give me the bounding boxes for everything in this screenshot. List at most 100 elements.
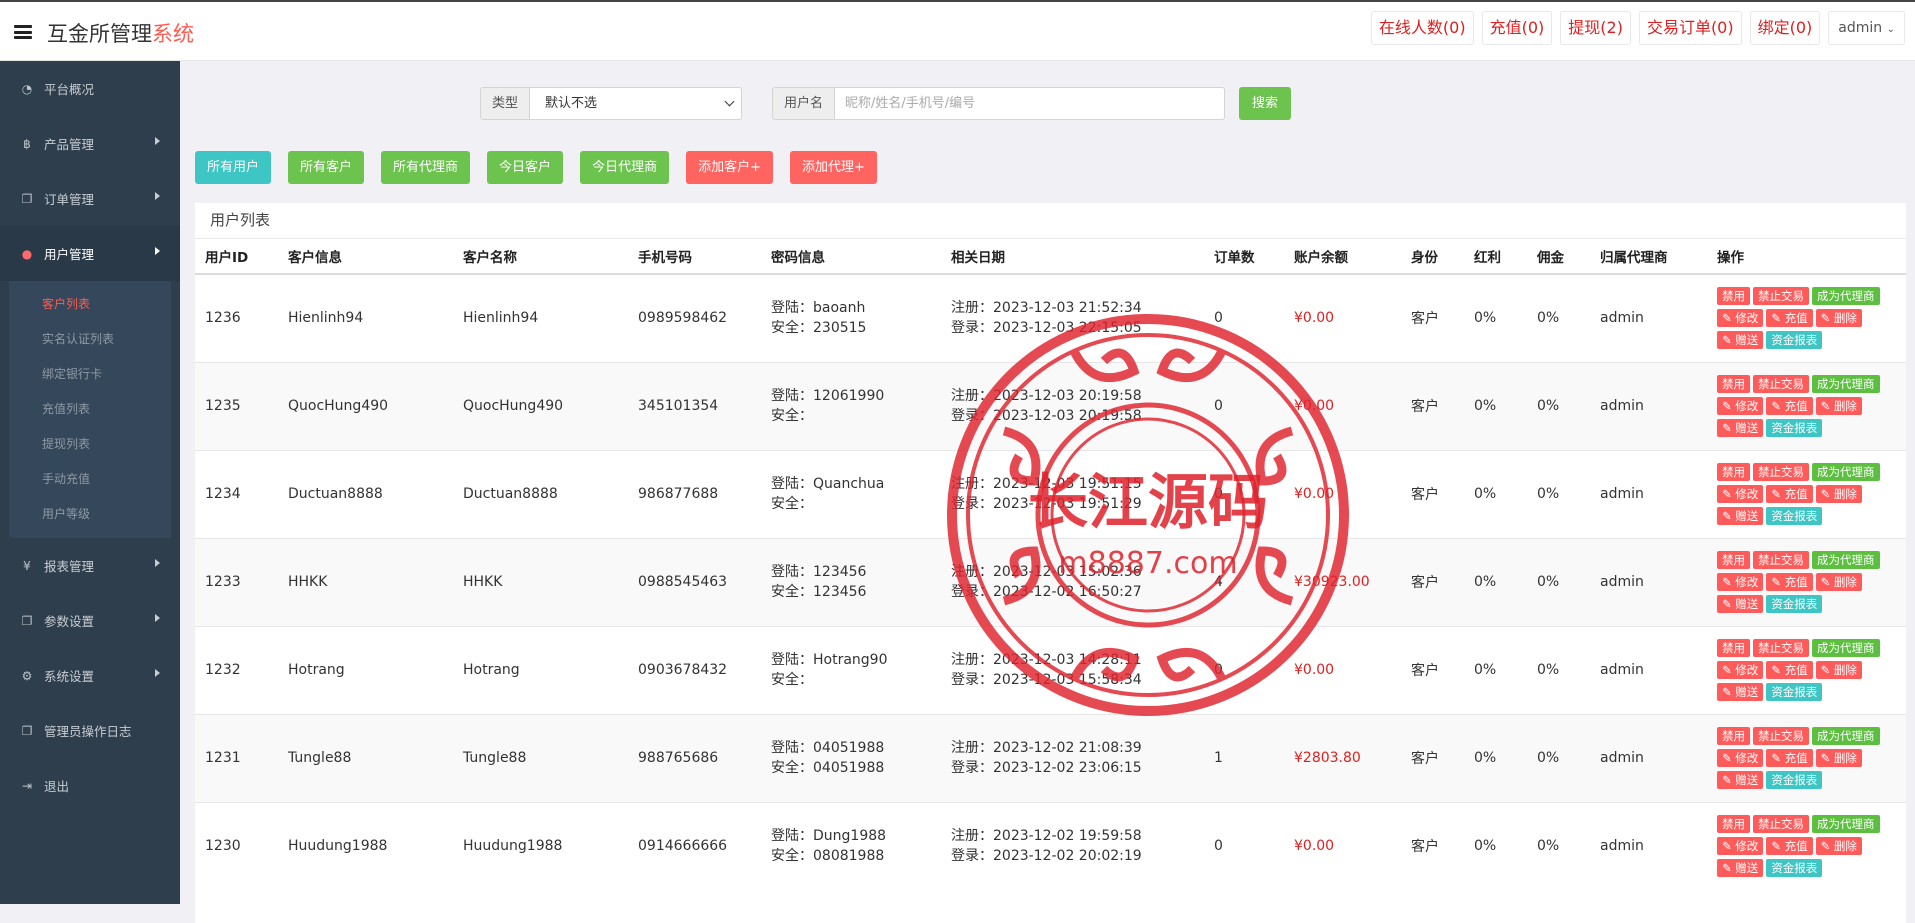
make-agent-button[interactable]: 成为代理商	[1812, 287, 1880, 306]
gift-button[interactable]: ✎ 赠送	[1717, 859, 1764, 878]
gift-button[interactable]: ✎ 赠送	[1717, 595, 1764, 613]
sidebar-subitem-bank-cards[interactable]: 绑定银行卡	[9, 357, 171, 392]
all-users-button[interactable]: 所有用户	[195, 151, 272, 184]
ban-trade-button[interactable]: 禁止交易	[1753, 815, 1809, 834]
ban-trade-button[interactable]: 禁止交易	[1753, 463, 1809, 481]
type-select[interactable]: 默认不选	[530, 87, 743, 120]
bitcoin-icon: ฿	[23, 136, 31, 151]
fund-report-button[interactable]: 资金报表	[1766, 331, 1823, 350]
make-agent-button[interactable]: 成为代理商	[1812, 639, 1880, 657]
search-input[interactable]: 昵称/姓名/手机号/编号	[835, 87, 1226, 120]
cell-password: 登陆：Quanchua 安全：	[761, 449, 941, 538]
recharge-row-button[interactable]: ✎ 充值	[1766, 397, 1813, 415]
online-users-button[interactable]: 在线人数(0)	[1370, 11, 1474, 45]
ban-button[interactable]: 禁用	[1717, 375, 1750, 393]
op-label: 禁止交易	[1758, 553, 1804, 567]
sidebar-item-products[interactable]: ฿ 产品管理	[0, 116, 180, 171]
gift-button[interactable]: ✎ 赠送	[1717, 331, 1764, 350]
ban-trade-button[interactable]: 禁止交易	[1753, 375, 1809, 393]
delete-row-button[interactable]: ✎ 删除	[1815, 309, 1862, 328]
recharge-button[interactable]: 充值(0)	[1481, 11, 1553, 45]
sidebar-item-orders[interactable]: ❐ 订单管理	[0, 171, 180, 226]
delete-row-button[interactable]: ✎ 删除	[1815, 573, 1862, 591]
ban-button[interactable]: 禁用	[1717, 287, 1750, 306]
ban-trade-button[interactable]: 禁止交易	[1753, 287, 1809, 306]
edit-button[interactable]: ✎ 修改	[1717, 661, 1764, 679]
sidebar-subitem-recharge-list[interactable]: 充值列表	[9, 392, 171, 427]
ban-trade-button[interactable]: 禁止交易	[1753, 727, 1809, 745]
sidebar-subitem-manual-recharge[interactable]: 手动充值	[9, 462, 171, 497]
recharge-row-button[interactable]: ✎ 充值	[1766, 661, 1813, 679]
all-customers-button[interactable]: 所有客户	[288, 151, 365, 184]
sidebar-subitem-customer-list[interactable]: 客户列表	[9, 287, 171, 322]
edit-button[interactable]: ✎ 修改	[1717, 309, 1764, 328]
table-row: 1234 Ductuan8888 Ductuan8888 986877688 登…	[195, 449, 1906, 538]
sidebar-item-reports[interactable]: ¥ 报表管理	[0, 538, 180, 593]
edit-button[interactable]: ✎ 修改	[1717, 749, 1764, 767]
add-customer-button[interactable]: 添加客户+	[686, 151, 773, 184]
add-agent-button[interactable]: 添加代理+	[789, 151, 877, 184]
hamburger-menu-icon[interactable]	[14, 25, 32, 39]
pencil-icon: ✎	[1820, 399, 1834, 413]
ban-button[interactable]: 禁用	[1717, 639, 1750, 657]
ban-trade-button[interactable]: 禁止交易	[1753, 639, 1809, 657]
bind-button[interactable]: 绑定(0)	[1749, 11, 1821, 45]
sidebar-item-overview[interactable]: ◔ 平台概况	[0, 61, 180, 116]
cell-role: 客户	[1401, 713, 1464, 802]
recharge-row-button[interactable]: ✎ 充值	[1766, 837, 1813, 856]
sidebar-subitem-withdraw-list[interactable]: 提现列表	[9, 427, 171, 462]
delete-row-button[interactable]: ✎ 删除	[1815, 661, 1862, 679]
main-content: 类型 默认不选 用户名 昵称/姓名/手机号/编号 搜索 所有用户 所有客户 所有…	[180, 61, 1915, 923]
recharge-row-button[interactable]: ✎ 充值	[1766, 573, 1813, 591]
ban-trade-button[interactable]: 禁止交易	[1753, 551, 1809, 569]
fund-report-button[interactable]: 资金报表	[1766, 419, 1823, 437]
delete-row-button[interactable]: ✎ 删除	[1815, 749, 1862, 767]
safe-password: 安全：	[771, 408, 813, 424]
edit-button[interactable]: ✎ 修改	[1717, 837, 1764, 856]
gift-button[interactable]: ✎ 赠送	[1717, 507, 1764, 525]
delete-row-button[interactable]: ✎ 删除	[1815, 837, 1862, 856]
admin-user-menu[interactable]: admin ⌄	[1828, 11, 1905, 45]
recharge-row-button[interactable]: ✎ 充值	[1766, 485, 1813, 503]
fund-report-button[interactable]: 资金报表	[1766, 507, 1823, 525]
gift-button[interactable]: ✎ 赠送	[1717, 683, 1764, 701]
recharge-row-button[interactable]: ✎ 充值	[1766, 309, 1813, 328]
sidebar-item-admin-log[interactable]: ❐ 管理员操作日志	[0, 703, 180, 758]
fund-report-button[interactable]: 资金报表	[1766, 859, 1823, 878]
ban-button[interactable]: 禁用	[1717, 551, 1750, 569]
today-customers-button[interactable]: 今日客户	[487, 151, 564, 184]
today-agents-button[interactable]: 今日代理商	[580, 151, 670, 184]
fund-report-button[interactable]: 资金报表	[1766, 595, 1823, 613]
trade-orders-button[interactable]: 交易订单(0)	[1638, 11, 1742, 45]
gift-button[interactable]: ✎ 赠送	[1717, 419, 1764, 437]
make-agent-button[interactable]: 成为代理商	[1812, 551, 1880, 569]
cell-agent: admin	[1590, 625, 1707, 714]
sidebar-item-label: 管理员操作日志	[44, 724, 132, 739]
edit-button[interactable]: ✎ 修改	[1717, 397, 1764, 415]
edit-button[interactable]: ✎ 修改	[1717, 485, 1764, 503]
sidebar-subitem-verification-list[interactable]: 实名认证列表	[9, 322, 171, 357]
gift-button[interactable]: ✎ 赠送	[1717, 771, 1764, 789]
sidebar-item-system[interactable]: ⚙ 系统设置	[0, 648, 180, 703]
make-agent-button[interactable]: 成为代理商	[1812, 727, 1880, 745]
make-agent-button[interactable]: 成为代理商	[1812, 463, 1880, 481]
withdraw-button[interactable]: 提现(2)	[1560, 11, 1631, 45]
ban-button[interactable]: 禁用	[1717, 815, 1750, 834]
all-agents-button[interactable]: 所有代理商	[381, 151, 471, 184]
search-button[interactable]: 搜索	[1239, 87, 1292, 120]
sidebar-item-logout[interactable]: ⇥ 退出	[0, 758, 180, 813]
ban-button[interactable]: 禁用	[1717, 463, 1750, 481]
delete-row-button[interactable]: ✎ 删除	[1815, 397, 1862, 415]
make-agent-button[interactable]: 成为代理商	[1812, 375, 1880, 393]
safe-password: 安全：08081988	[771, 848, 885, 865]
make-agent-button[interactable]: 成为代理商	[1812, 815, 1880, 834]
ban-button[interactable]: 禁用	[1717, 727, 1750, 745]
delete-row-button[interactable]: ✎ 删除	[1815, 485, 1862, 503]
edit-button[interactable]: ✎ 修改	[1717, 573, 1764, 591]
sidebar-subitem-user-level[interactable]: 用户等级	[9, 497, 171, 532]
sidebar-item-users[interactable]: ● 用户管理	[0, 226, 180, 281]
fund-report-button[interactable]: 资金报表	[1766, 683, 1823, 701]
sidebar-item-parameters[interactable]: ❐ 参数设置	[0, 593, 180, 648]
recharge-row-button[interactable]: ✎ 充值	[1766, 749, 1813, 767]
fund-report-button[interactable]: 资金报表	[1766, 771, 1823, 789]
